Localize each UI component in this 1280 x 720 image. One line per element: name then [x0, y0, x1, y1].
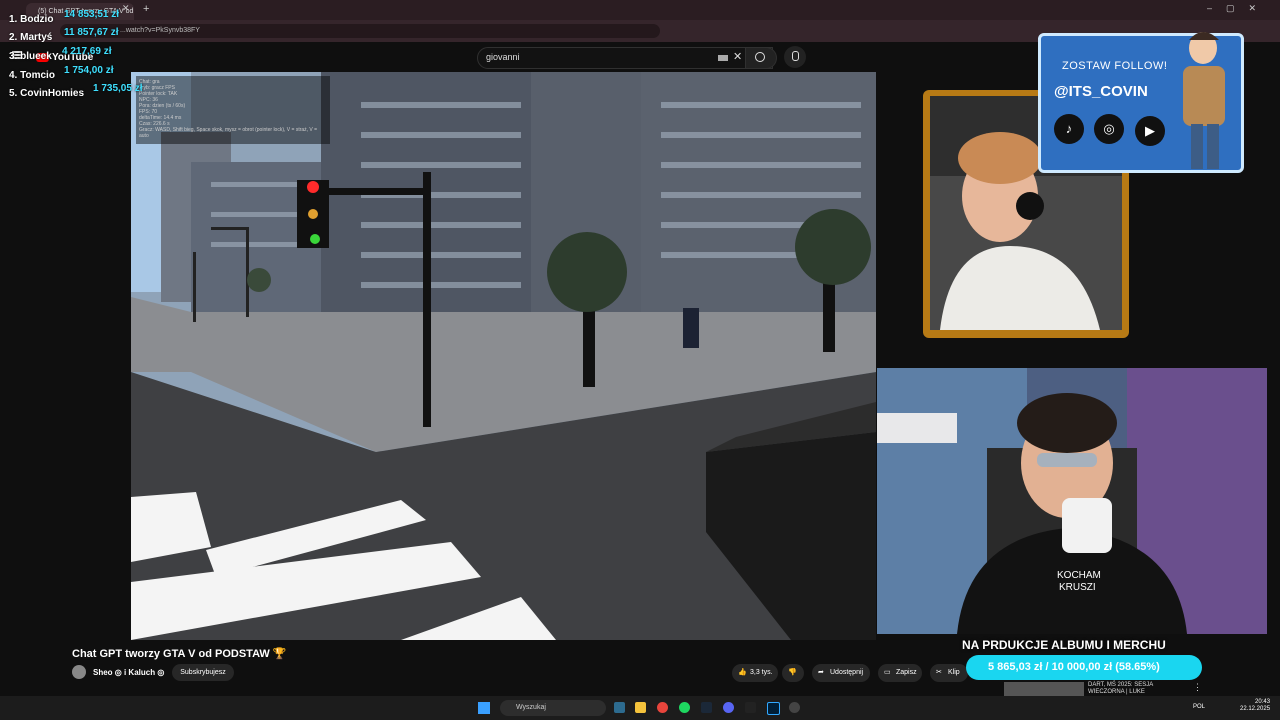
video-player[interactable] — [131, 72, 876, 640]
clear-search-icon[interactable]: ✕ — [733, 50, 742, 63]
thumbs-down-icon: 👎 — [788, 669, 797, 676]
bookmark-icon: ▭ — [884, 669, 891, 676]
more-options-icon[interactable]: ⋮ — [1193, 682, 1202, 693]
browser-titlebar — [0, 0, 1280, 20]
donation-goal-title: NA PRDUKCJE ALBUMU I MERCHU — [962, 638, 1166, 652]
system-clock[interactable]: 20:43 22.12.2025 — [1240, 699, 1270, 713]
task-view-icon[interactable] — [614, 702, 625, 713]
chrome-icon[interactable] — [657, 702, 668, 713]
like-count: 3,3 tys. — [750, 669, 773, 676]
obs-icon[interactable] — [789, 702, 800, 713]
clip-button[interactable]: ✂ Klip — [930, 664, 968, 682]
search-value: giovanni — [486, 52, 520, 62]
instagram-icon: ◎ — [1094, 114, 1124, 144]
start-icon[interactable] — [478, 702, 490, 714]
keyboard-icon[interactable] — [718, 55, 728, 61]
shirt-print: KOCHAM — [1057, 570, 1101, 581]
channel-avatar[interactable] — [72, 665, 86, 679]
game-debug-panel: Chat: gra Tryb: gracz FPS Pointer lock: TA… — [136, 76, 330, 144]
leaderboard-row: 2. Martyś 11 857,67 zł — [9, 27, 149, 45]
steam-icon[interactable] — [701, 702, 712, 713]
url-field[interactable]: ...watch?v=PkSynvb38FY — [60, 24, 660, 38]
window-controls[interactable]: –▢✕ — [1207, 3, 1270, 14]
search-input[interactable] — [477, 47, 773, 69]
photoshop-icon[interactable] — [767, 702, 780, 715]
clip-label: Klip — [948, 669, 960, 676]
debug-line: Gracz: WASD, Shift bieg, Space skok, mys… — [139, 127, 318, 139]
dislike-button[interactable]: 👎 — [782, 664, 804, 682]
channel-name[interactable]: Sheo ◎ i Kaluch ◎ — [93, 668, 164, 677]
leaderboard-row: 4. Tomcio 1 754,00 zł — [9, 65, 149, 83]
donation-progress-text: 5 865,03 zł / 10 000,00 zł (58.65%) — [988, 661, 1160, 673]
leaderboard-row: 1. Bodzio 14 853,51 zł — [9, 9, 149, 27]
scissors-icon: ✂ — [936, 669, 942, 676]
leaderboard-name: 2. Martyś — [9, 32, 53, 43]
game-scene — [131, 72, 876, 640]
recommendation-title[interactable]: DART, MŚ 2025: SESJA WIECZORNA | LUKE — [1088, 682, 1153, 696]
thumbs-up-icon: 👍 — [738, 669, 747, 676]
search-icon — [755, 52, 765, 62]
webcam-streamer-2: KOCHAM KRUSZI — [877, 368, 1267, 634]
banner-title: ZOSTAW FOLLOW! — [1062, 60, 1168, 72]
microphone-icon — [792, 51, 799, 61]
spotify-icon[interactable] — [679, 702, 690, 713]
leaderboard-amount: 4 217,69 zł — [62, 46, 112, 57]
app-icon[interactable] — [745, 702, 756, 713]
cartoon-avatar — [1175, 28, 1235, 173]
leaderboard-row: 3. blueek 4 217,69 zł — [9, 46, 149, 64]
leaderboard-amount: 14 853,51 zł — [64, 9, 120, 20]
like-button[interactable]: 👍 3,3 tys. — [732, 664, 778, 682]
shirt-print: KRUSZI — [1059, 582, 1096, 593]
leaderboard-row: 5. CovinHomies 1 735,05 zł — [9, 83, 159, 101]
share-icon: ➦ — [818, 669, 824, 676]
discord-icon[interactable] — [723, 702, 734, 713]
leaderboard-amount: 1 754,00 zł — [64, 65, 114, 76]
youtube-icon: ▶ — [1135, 116, 1165, 146]
banner-handle: @ITS_COVIN — [1054, 83, 1148, 100]
leaderboard-name: 3. blueek — [9, 51, 52, 62]
file-explorer-icon[interactable] — [635, 702, 646, 713]
recommendation-thumbnail[interactable] — [1004, 682, 1084, 696]
tiktok-icon: ♪ — [1054, 114, 1084, 144]
share-button[interactable]: ➦ Udostępnij — [812, 664, 870, 682]
taskbar-search[interactable]: Wyszukaj — [500, 700, 606, 716]
leaderboard-name: 5. CovinHomies — [9, 88, 85, 99]
leaderboard-amount: 11 857,67 zł — [64, 27, 119, 38]
share-label: Udostępnij — [830, 669, 864, 676]
save-label: Zapisz — [896, 669, 917, 676]
save-button[interactable]: ▭ Zapisz — [878, 664, 922, 682]
subscribe-button[interactable]: Subskrybujesz — [172, 664, 234, 681]
leaderboard-name: 1. Bodzio — [9, 14, 54, 25]
leaderboard-amount: 1 735,05 zł — [93, 83, 143, 94]
language-indicator[interactable]: POL — [1193, 704, 1205, 710]
video-title: Chat GPT tworzy GTA V od PODSTAW 🏆 — [72, 648, 287, 660]
leaderboard-name: 4. Tomcio — [9, 70, 55, 81]
